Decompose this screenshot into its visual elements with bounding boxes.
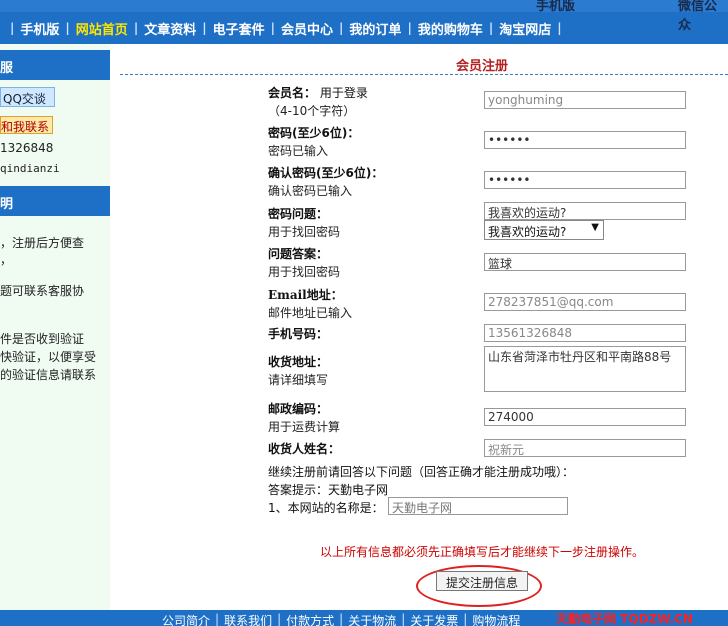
question-intro: 继续注册前请回答以下问题（回答正确才能注册成功哦）：	[268, 465, 575, 479]
username-input[interactable]: yonghuming	[484, 91, 686, 109]
answer-input[interactable]: 篮球	[484, 253, 686, 271]
warning-message: 以上所有信息都必须先正确填写后才能继续下一步注册操作。	[320, 545, 645, 559]
footer: 公司简介 | 联系我们 | 付款方式 | 关于物流 | 关于发票 | 购物流程 …	[0, 610, 728, 626]
nav-item-articles[interactable]: 文章资料	[144, 19, 196, 38]
security-question-select-value: 我喜欢的运动?	[488, 225, 567, 239]
username-hint: （4-10个字符）	[268, 104, 356, 118]
nav-item-cart[interactable]: 我的购物车	[418, 19, 483, 38]
footer-link[interactable]: 付款方式	[286, 612, 334, 626]
sidebar-wechat: qindianzi	[0, 162, 60, 175]
password-hint: 密码已输入	[268, 144, 329, 158]
nav-separator: |	[133, 21, 139, 35]
nav-separator: |	[339, 21, 344, 35]
nav-separator: |	[10, 21, 15, 35]
security-question-label: 密码问题：	[268, 207, 329, 221]
address-textarea[interactable]: 山东省菏泽市牡丹区和平南路88号	[484, 346, 686, 392]
email-input[interactable]: 278237851@qq.com	[484, 293, 686, 311]
nav-separator: |	[270, 21, 276, 35]
footer-link[interactable]: 公司简介	[162, 612, 210, 626]
nav-separator: |	[407, 21, 412, 35]
registration-panel: 会员注册 会员名： 用于登录 （4-10个字符） yonghuming 密码(至…	[118, 44, 728, 610]
address-label: 收货地址：	[268, 355, 329, 369]
top-strip: 手机版 微信公众	[0, 0, 728, 33]
site-name-input[interactable]: 天勤电子网	[388, 497, 568, 515]
footer-separator: |	[339, 612, 344, 626]
sidebar-notes-title: 明	[0, 186, 110, 216]
nav-item-orders[interactable]: 我的订单	[349, 19, 401, 38]
confirm-password-hint: 确认密码已输入	[268, 184, 353, 198]
nav-separator: |	[65, 21, 70, 35]
postcode-input[interactable]: 274000	[484, 408, 686, 426]
top-nav: 手机版 微信公众 | 手机版 | 网站首页 | 文章资料 | 电子套件 | 会员…	[0, 0, 728, 44]
footer-link[interactable]: 联系我们	[224, 612, 272, 626]
confirm-password-input[interactable]: ••••••	[484, 171, 686, 189]
email-hint: 邮件地址已输入	[268, 306, 353, 320]
title-divider	[120, 74, 728, 75]
footer-link[interactable]: 关于物流	[348, 612, 396, 626]
nav-item-mobile[interactable]: 手机版	[20, 19, 59, 38]
password-label: 密码(至少6位)：	[268, 126, 360, 140]
sidebar-note: 快验证，以便享受	[0, 350, 97, 364]
sidebar-note: ，注册后方便查	[0, 236, 85, 250]
dropdown-arrow-icon: ▼	[591, 222, 599, 233]
nav-item-taobao[interactable]: 淘宝网店	[499, 19, 551, 38]
email-label: Email地址：	[268, 288, 343, 302]
postcode-label: 邮政编码：	[268, 402, 329, 416]
footer-separator: |	[277, 612, 282, 626]
sidebar-phone: 1326848	[0, 141, 54, 155]
nav-row: | 手机版 | 网站首页 | 文章资料 | 电子套件 | 会员中心 | 我的订单…	[0, 12, 728, 44]
nav-item-member[interactable]: 会员中心	[281, 19, 333, 38]
sidebar-note: ，	[0, 253, 13, 267]
sidebar-note: 件是否收到验证	[0, 332, 85, 346]
site-name-question: 1、本网站的名称是：	[268, 501, 384, 515]
sidebar-note: 题可联系客服协	[0, 284, 85, 298]
footer-separator: |	[401, 612, 406, 626]
nav-item-kits[interactable]: 电子套件	[213, 19, 265, 38]
address-hint: 请详细填写	[268, 373, 329, 387]
username-label: 会员名： 用于登录	[268, 86, 368, 100]
answer-label: 问题答案：	[268, 247, 329, 261]
answer-tip: 答案提示：天勤电子网	[268, 483, 389, 497]
consignee-label: 收货人姓名：	[268, 442, 341, 456]
mobile-label: 手机号码：	[268, 327, 329, 341]
site-brand-watermark: 天勤电子网 TQDZW.CN	[556, 612, 693, 626]
confirm-password-label: 确认密码(至少6位)：	[268, 166, 384, 180]
sidebar-service-title: 服	[0, 50, 110, 80]
consignee-input[interactable]: 祝新元	[484, 439, 686, 457]
form-title: 会员注册	[456, 59, 509, 74]
qq-chat-button[interactable]: QQ交谈	[0, 87, 55, 107]
password-input[interactable]: ••••••	[484, 131, 686, 149]
footer-links: 公司简介 | 联系我们 | 付款方式 | 关于物流 | 关于发票 | 购物流程	[162, 612, 520, 626]
nav-item-home[interactable]: 网站首页	[76, 19, 128, 38]
sidebar-note: 的验证信息请联系	[0, 368, 97, 382]
footer-separator: |	[215, 612, 220, 626]
answer-hint: 用于找回密码	[268, 265, 341, 279]
nav-separator: |	[557, 21, 562, 35]
footer-link[interactable]: 购物流程	[472, 612, 520, 626]
nav-separator: |	[202, 21, 207, 35]
footer-separator: |	[463, 612, 468, 626]
submit-button[interactable]: 提交注册信息	[436, 571, 528, 591]
nav-separator: |	[488, 21, 494, 35]
postcode-hint: 用于运费计算	[268, 420, 341, 434]
contact-me-button[interactable]: 和我联系	[0, 116, 53, 134]
security-question-input[interactable]: 我喜欢的运动?	[484, 202, 686, 220]
footer-link[interactable]: 关于发票	[410, 612, 458, 626]
security-question-select[interactable]: 我喜欢的运动? ▼	[484, 220, 604, 240]
mobile-input[interactable]: 13561326848	[484, 324, 686, 342]
sidebar: 服 QQ交谈 和我联系 1326848 qindianzi 明 ，注册后方便查 …	[0, 44, 110, 610]
security-question-hint: 用于找回密码	[268, 225, 341, 239]
